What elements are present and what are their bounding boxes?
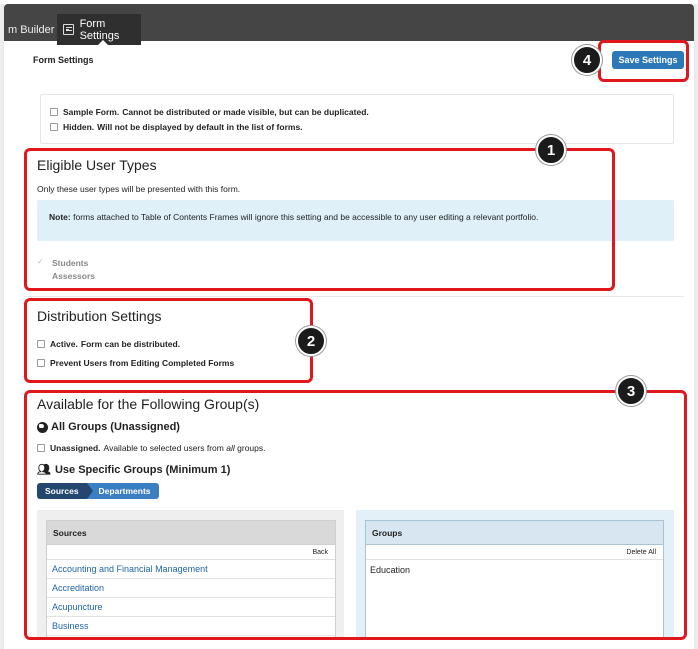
highlight-box-save xyxy=(598,40,689,82)
page-title: Form Settings xyxy=(33,55,94,65)
sample-form-checkbox[interactable] xyxy=(50,108,58,116)
hidden-checkbox[interactable] xyxy=(50,123,58,131)
window-edge-left xyxy=(0,4,4,649)
hidden-label: Hidden. xyxy=(63,122,95,132)
app-window: m Builder Form Settings Form Settings Sa… xyxy=(0,0,698,649)
sample-form-description: Cannot be distributed or made visible, b… xyxy=(122,107,369,117)
window-edge-right xyxy=(694,4,698,649)
hidden-option[interactable]: Hidden. Will not be displayed by default… xyxy=(50,122,306,132)
section-divider xyxy=(24,296,684,297)
sample-form-label: Sample Form. xyxy=(63,107,120,117)
callout-badge-1: 1 xyxy=(536,135,566,165)
callout-badge-2: 2 xyxy=(296,326,326,356)
tab-form-builder[interactable]: m Builder xyxy=(6,14,62,45)
callout-badge-3: 3 xyxy=(616,376,646,406)
tab-form-builder-label: m Builder xyxy=(8,23,55,36)
hidden-description: Will not be displayed by default in the … xyxy=(97,122,303,132)
highlight-box-available xyxy=(24,390,687,640)
callout-badge-4: 4 xyxy=(572,45,602,75)
top-nav-bar: m Builder Form Settings xyxy=(4,4,694,45)
highlight-box-distribution xyxy=(24,298,313,383)
form-icon xyxy=(63,24,74,35)
sample-form-option[interactable]: Sample Form. Cannot be distributed or ma… xyxy=(50,107,372,117)
highlight-box-eligible xyxy=(24,148,615,291)
tab-form-settings-label: Form Settings xyxy=(79,17,120,42)
active-tab-indicator xyxy=(98,40,108,45)
form-options-panel xyxy=(40,94,674,144)
